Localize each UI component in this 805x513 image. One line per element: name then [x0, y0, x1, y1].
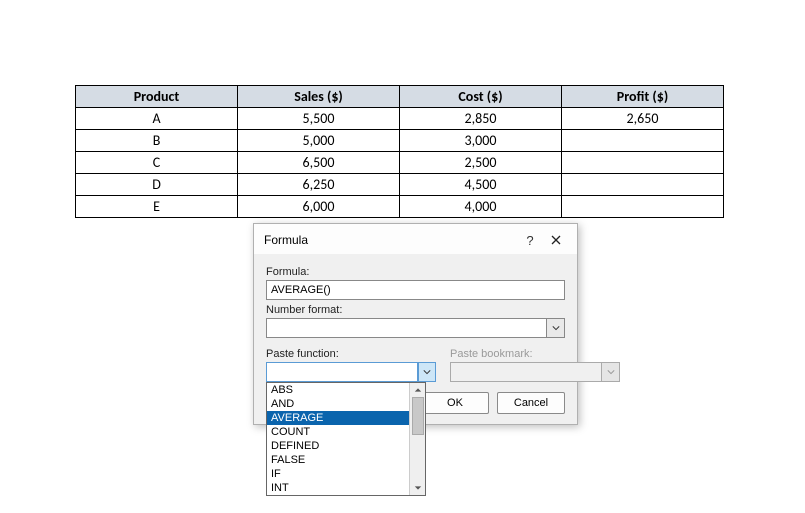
scroll-thumb[interactable] — [412, 397, 424, 435]
chevron-down-icon — [414, 485, 422, 491]
table-row: A 5,500 2,850 2,650 — [76, 108, 724, 130]
table-row: D 6,250 4,500 — [76, 174, 724, 196]
dropdown-scrollbar[interactable] — [409, 383, 425, 495]
number-format-label: Number format: — [266, 304, 565, 316]
dialog-title: Formula — [264, 233, 517, 247]
paste-function-combo[interactable] — [266, 362, 436, 382]
cell-product: A — [76, 108, 238, 130]
cell-cost: 2,850 — [400, 108, 562, 130]
cell-product: C — [76, 152, 238, 174]
cell-cost: 4,000 — [400, 196, 562, 218]
dropdown-item[interactable]: FALSE — [267, 453, 409, 467]
chevron-down-icon — [423, 369, 431, 375]
dropdown-item[interactable]: DEFINED — [267, 439, 409, 453]
formula-label: Formula: — [266, 266, 565, 278]
cell-product: B — [76, 130, 238, 152]
cell-profit — [562, 196, 724, 218]
cell-cost: 2,500 — [400, 152, 562, 174]
table-header-row: Product Sales ($) Cost ($) Profit ($) — [76, 86, 724, 108]
paste-function-dropdown: ABSANDAVERAGECOUNTDEFINEDFALSEIFINT — [266, 382, 426, 496]
cell-sales: 6,000 — [238, 196, 400, 218]
ok-button[interactable]: OK — [421, 392, 489, 414]
cell-profit — [562, 174, 724, 196]
number-format-input[interactable] — [266, 318, 547, 338]
scroll-up-button[interactable] — [410, 383, 425, 397]
number-format-combo[interactable] — [266, 318, 565, 338]
col-sales: Sales ($) — [238, 86, 400, 108]
cell-profit — [562, 152, 724, 174]
dropdown-item[interactable]: AND — [267, 397, 409, 411]
paste-function-input[interactable] — [266, 362, 418, 382]
dropdown-item[interactable]: COUNT — [267, 425, 409, 439]
paste-bookmark-label: Paste bookmark: — [450, 348, 620, 360]
dropdown-item[interactable]: ABS — [267, 383, 409, 397]
number-format-dropdown-button[interactable] — [547, 318, 565, 338]
formula-input[interactable] — [266, 280, 565, 300]
cell-sales: 5,000 — [238, 130, 400, 152]
col-cost: Cost ($) — [400, 86, 562, 108]
paste-bookmark-input — [450, 362, 602, 382]
dropdown-item[interactable]: INT — [267, 481, 409, 495]
paste-bookmark-dropdown-button — [602, 362, 620, 382]
cell-product: E — [76, 196, 238, 218]
paste-function-label: Paste function: — [266, 348, 436, 360]
cell-sales: 6,500 — [238, 152, 400, 174]
col-profit: Profit ($) — [562, 86, 724, 108]
dialog-titlebar[interactable]: Formula ? — [254, 224, 577, 254]
help-button[interactable]: ? — [517, 230, 543, 250]
formula-dialog: Formula ? Formula: Number format: Paste … — [253, 223, 578, 425]
col-product: Product — [76, 86, 238, 108]
table-row: E 6,000 4,000 — [76, 196, 724, 218]
cell-cost: 4,500 — [400, 174, 562, 196]
cell-sales: 6,250 — [238, 174, 400, 196]
cell-cost: 3,000 — [400, 130, 562, 152]
dropdown-item[interactable]: IF — [267, 467, 409, 481]
cell-product: D — [76, 174, 238, 196]
table-row: C 6,500 2,500 — [76, 152, 724, 174]
cancel-button[interactable]: Cancel — [497, 392, 565, 414]
paste-function-dropdown-button[interactable] — [418, 362, 436, 382]
scroll-down-button[interactable] — [410, 481, 425, 495]
table-row: B 5,000 3,000 — [76, 130, 724, 152]
chevron-up-icon — [414, 387, 422, 393]
chevron-down-icon — [552, 325, 560, 331]
cell-profit — [562, 130, 724, 152]
dropdown-item[interactable]: AVERAGE — [267, 411, 409, 425]
cell-sales: 5,500 — [238, 108, 400, 130]
scroll-track[interactable] — [410, 397, 425, 481]
product-table: Product Sales ($) Cost ($) Profit ($) A … — [75, 85, 724, 218]
chevron-down-icon — [607, 369, 615, 375]
paste-bookmark-combo — [450, 362, 620, 382]
close-button[interactable] — [543, 230, 569, 250]
cell-profit: 2,650 — [562, 108, 724, 130]
close-icon — [551, 235, 561, 245]
